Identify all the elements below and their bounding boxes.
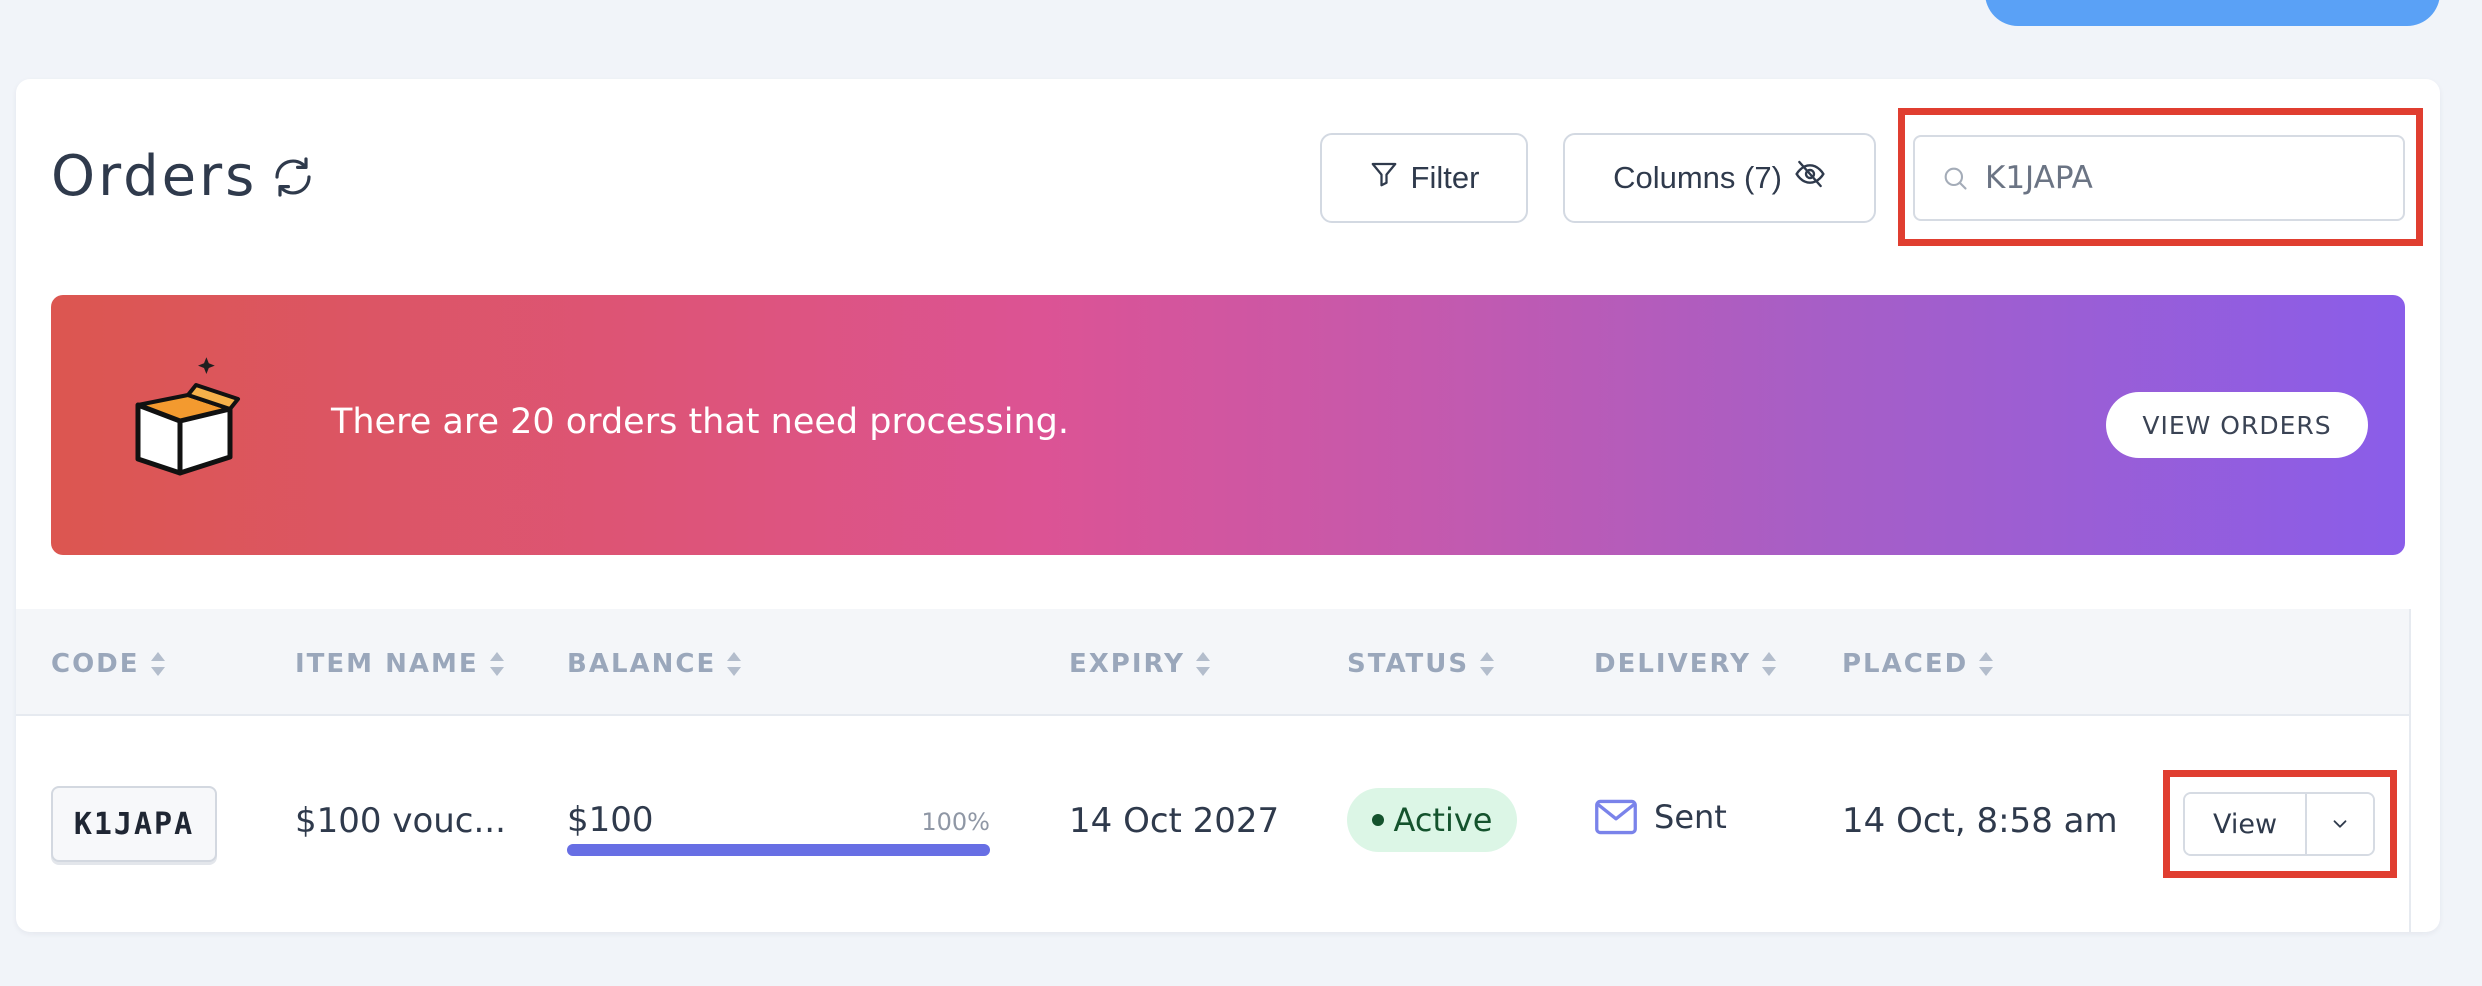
columns-button-label: Columns (7): [1613, 160, 1782, 195]
column-header-item-name[interactable]: ITEM NAME: [295, 649, 505, 679]
expiry-date: 14 Oct 2027: [1069, 801, 1280, 841]
column-header-delivery[interactable]: DELIVERY: [1594, 649, 1777, 679]
sort-icon: [1480, 652, 1495, 676]
column-header-balance[interactable]: BALANCE: [567, 649, 742, 679]
sort-icon: [150, 652, 165, 676]
sort-icon: [1979, 652, 1994, 676]
top-action-button[interactable]: [1985, 0, 2440, 26]
balance-percent: 100%: [921, 808, 990, 836]
table-header: CODE ITEM NAME BALANCE EXPIRY STATUS DEL…: [16, 609, 2409, 716]
row-actions-highlight: [2163, 770, 2397, 878]
order-code[interactable]: K1JAPA: [51, 786, 217, 862]
sort-icon: [727, 652, 742, 676]
orders-banner: There are 20 orders that need processing…: [51, 295, 2405, 555]
page-title: Orders: [51, 144, 258, 209]
search-highlight: [1898, 108, 2423, 246]
status-dot: [1371, 814, 1384, 826]
sort-icon: [1195, 652, 1210, 676]
balance-progress-fill: [567, 844, 990, 856]
column-header-expiry[interactable]: EXPIRY: [1069, 649, 1211, 679]
mail-icon: [1595, 799, 1637, 835]
column-header-placed[interactable]: PLACED: [1842, 649, 1994, 679]
columns-button[interactable]: Columns (7): [1563, 133, 1876, 223]
sort-icon: [1761, 652, 1776, 676]
balance-amount: $100: [567, 800, 654, 840]
refresh-icon[interactable]: [269, 153, 317, 201]
filter-button[interactable]: Filter: [1320, 133, 1528, 223]
delivery-status: Sent: [1594, 798, 1727, 836]
column-header-code[interactable]: CODE: [51, 649, 166, 679]
table-row[interactable]: K1JAPA $100 vouc... $100 100% 14 Oct 202…: [16, 716, 2409, 932]
banner-message: There are 20 orders that need processing…: [331, 402, 1069, 442]
view-orders-button[interactable]: VIEW ORDERS: [2106, 392, 2368, 458]
status-badge: Active: [1347, 788, 1517, 852]
item-name: $100 vouc...: [295, 801, 506, 841]
table-right-border: [2409, 609, 2411, 932]
eye-off-icon: [1794, 158, 1826, 198]
placed-date: 14 Oct, 8:58 am: [1842, 801, 2118, 841]
package-icon: [126, 355, 276, 489]
filter-icon: [1369, 159, 1399, 197]
sort-icon: [489, 652, 504, 676]
filter-button-label: Filter: [1410, 160, 1480, 195]
balance-progress-bar: [567, 844, 990, 856]
column-header-status[interactable]: STATUS: [1347, 649, 1495, 679]
delivery-label: Sent: [1654, 798, 1727, 836]
status-label: Active: [1393, 801, 1493, 839]
